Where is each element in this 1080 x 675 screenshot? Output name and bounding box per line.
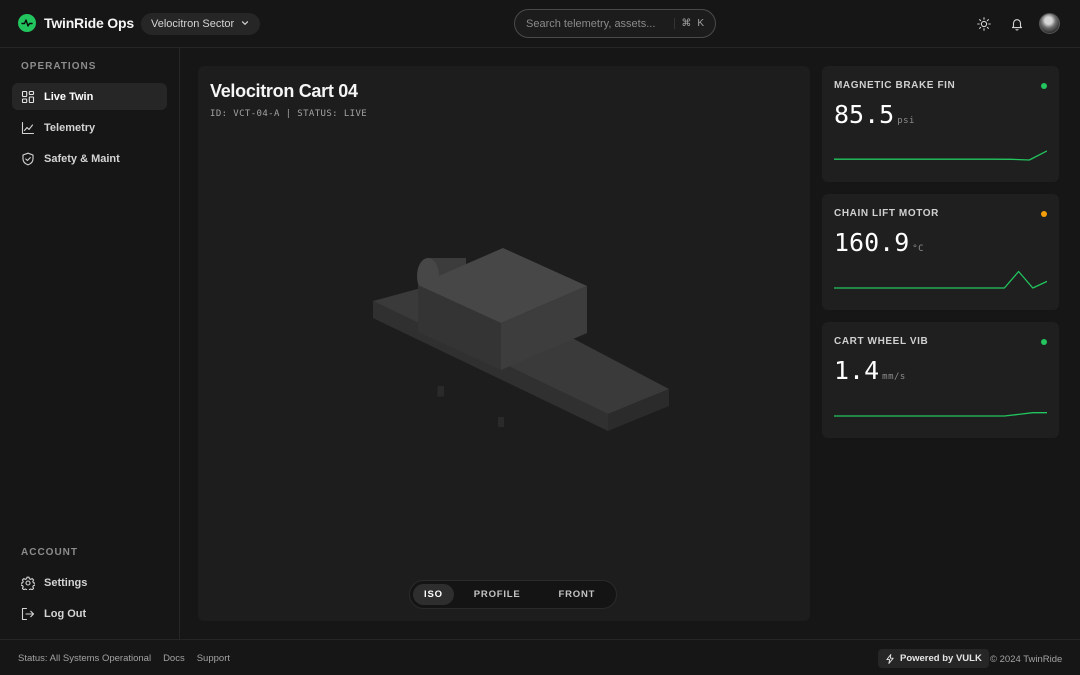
metric-unit: °C bbox=[912, 244, 925, 254]
footer: Status: All Systems Operational Docs Sup… bbox=[0, 639, 1080, 675]
brand-name: TwinRide Ops bbox=[44, 15, 134, 31]
sidebar-item-label: Log Out bbox=[44, 607, 87, 620]
sparkline-path bbox=[834, 150, 1047, 161]
search-bar[interactable]: ⌘ K bbox=[514, 9, 716, 38]
metric-title: MAGNETIC BRAKE FIN bbox=[834, 80, 956, 91]
sidebar-item-label: Telemetry bbox=[44, 121, 96, 134]
user-avatar[interactable] bbox=[1039, 13, 1060, 34]
metric-card-magnetic-brake-fin[interactable]: MAGNETIC BRAKE FIN 85.5 psi bbox=[822, 66, 1059, 182]
sidebar-item-label: Safety & Maint bbox=[44, 152, 120, 165]
digital-twin-viewer: Velocitron Cart 04 ID: VCT-04-A | STATUS… bbox=[198, 66, 810, 621]
logout-icon bbox=[21, 607, 35, 620]
sidebar-item-label: Settings bbox=[44, 576, 88, 589]
support-link[interactable]: Support bbox=[197, 653, 230, 664]
sector-label: Velocitron Sector bbox=[151, 18, 235, 30]
copyright: © 2024 TwinRide bbox=[990, 654, 1063, 665]
footer-links: Status: All Systems Operational Docs Sup… bbox=[18, 653, 230, 664]
asset-id-status: ID: VCT-04-A | STATUS: LIVE bbox=[210, 109, 368, 119]
sidebar-item-live-twin[interactable]: Live Twin bbox=[12, 83, 167, 110]
operations-section-label: OPERATIONS bbox=[21, 61, 97, 72]
pulse-logo-icon bbox=[18, 14, 36, 32]
metric-unit: psi bbox=[897, 116, 915, 126]
powered-by-badge[interactable]: Powered by VULK bbox=[878, 649, 989, 668]
view-iso-button[interactable]: ISO bbox=[413, 584, 454, 605]
sparkline bbox=[834, 150, 1047, 161]
chevron-down-icon bbox=[240, 18, 250, 31]
metric-card-cart-wheel-vib[interactable]: CART WHEEL VIB 1.4 mm/s bbox=[822, 322, 1059, 438]
status-dot bbox=[1041, 339, 1047, 345]
metric-title: CHAIN LIFT MOTOR bbox=[834, 208, 939, 219]
metric-card-chain-lift-motor[interactable]: CHAIN LIFT MOTOR 160.9 °C bbox=[822, 194, 1059, 310]
sparkline-path bbox=[834, 412, 1047, 417]
brand[interactable]: TwinRide Ops bbox=[18, 14, 134, 32]
search-input[interactable] bbox=[526, 17, 666, 30]
system-status-text: Status: All Systems Operational bbox=[18, 653, 152, 664]
sidebar-item-telemetry[interactable]: Telemetry bbox=[12, 114, 167, 141]
sidebar-item-settings[interactable]: Settings bbox=[12, 569, 167, 596]
metric-value: 1.4 mm/s bbox=[834, 356, 906, 385]
shortcut-key: K bbox=[697, 18, 704, 29]
view-mode-switch: ISO PROFILE FRONT bbox=[409, 580, 618, 609]
docs-link[interactable]: Docs bbox=[163, 653, 185, 664]
gear-icon bbox=[21, 576, 35, 590]
page-title: Velocitron Cart 04 bbox=[210, 81, 358, 101]
sidebar-item-label: Live Twin bbox=[44, 90, 94, 103]
account-section-label: ACCOUNT bbox=[21, 547, 78, 558]
sector-selector[interactable]: Velocitron Sector bbox=[141, 13, 261, 35]
shield-icon bbox=[22, 152, 34, 165]
metric-number: 160.9 bbox=[834, 228, 910, 257]
sparkline bbox=[834, 412, 1047, 417]
sidebar-item-safety-maint[interactable]: Safety & Maint bbox=[12, 145, 167, 172]
sparkline-path bbox=[834, 270, 1047, 289]
view-profile-button[interactable]: PROFILE bbox=[456, 584, 539, 605]
cart-3d-model[interactable] bbox=[358, 236, 678, 446]
keyboard-shortcut: ⌘ K bbox=[674, 18, 704, 29]
powered-by-text: Powered by VULK bbox=[900, 653, 982, 664]
sidebar: OPERATIONS Live Twin Telemetry Safety & … bbox=[0, 48, 180, 639]
line-chart-icon bbox=[21, 121, 35, 134]
metric-value: 160.9 °C bbox=[834, 228, 924, 257]
metric-number: 85.5 bbox=[834, 100, 895, 129]
bell-icon[interactable] bbox=[1009, 16, 1025, 32]
theme-toggle-sun-icon[interactable] bbox=[976, 16, 992, 32]
view-front-button[interactable]: FRONT bbox=[541, 584, 614, 605]
metric-number: 1.4 bbox=[834, 356, 880, 385]
lightning-icon bbox=[886, 653, 894, 664]
status-dot bbox=[1041, 83, 1047, 89]
metric-title: CART WHEEL VIB bbox=[834, 336, 929, 347]
command-key-icon: ⌘ bbox=[681, 18, 692, 29]
top-bar: TwinRide Ops Velocitron Sector ⌘ K bbox=[0, 0, 1080, 48]
sparkline bbox=[834, 270, 1047, 289]
grid-icon bbox=[21, 90, 35, 103]
metric-value: 85.5 psi bbox=[834, 100, 915, 129]
sidebar-item-log-out[interactable]: Log Out bbox=[12, 600, 167, 627]
metric-unit: mm/s bbox=[882, 372, 906, 382]
status-dot bbox=[1041, 211, 1047, 217]
